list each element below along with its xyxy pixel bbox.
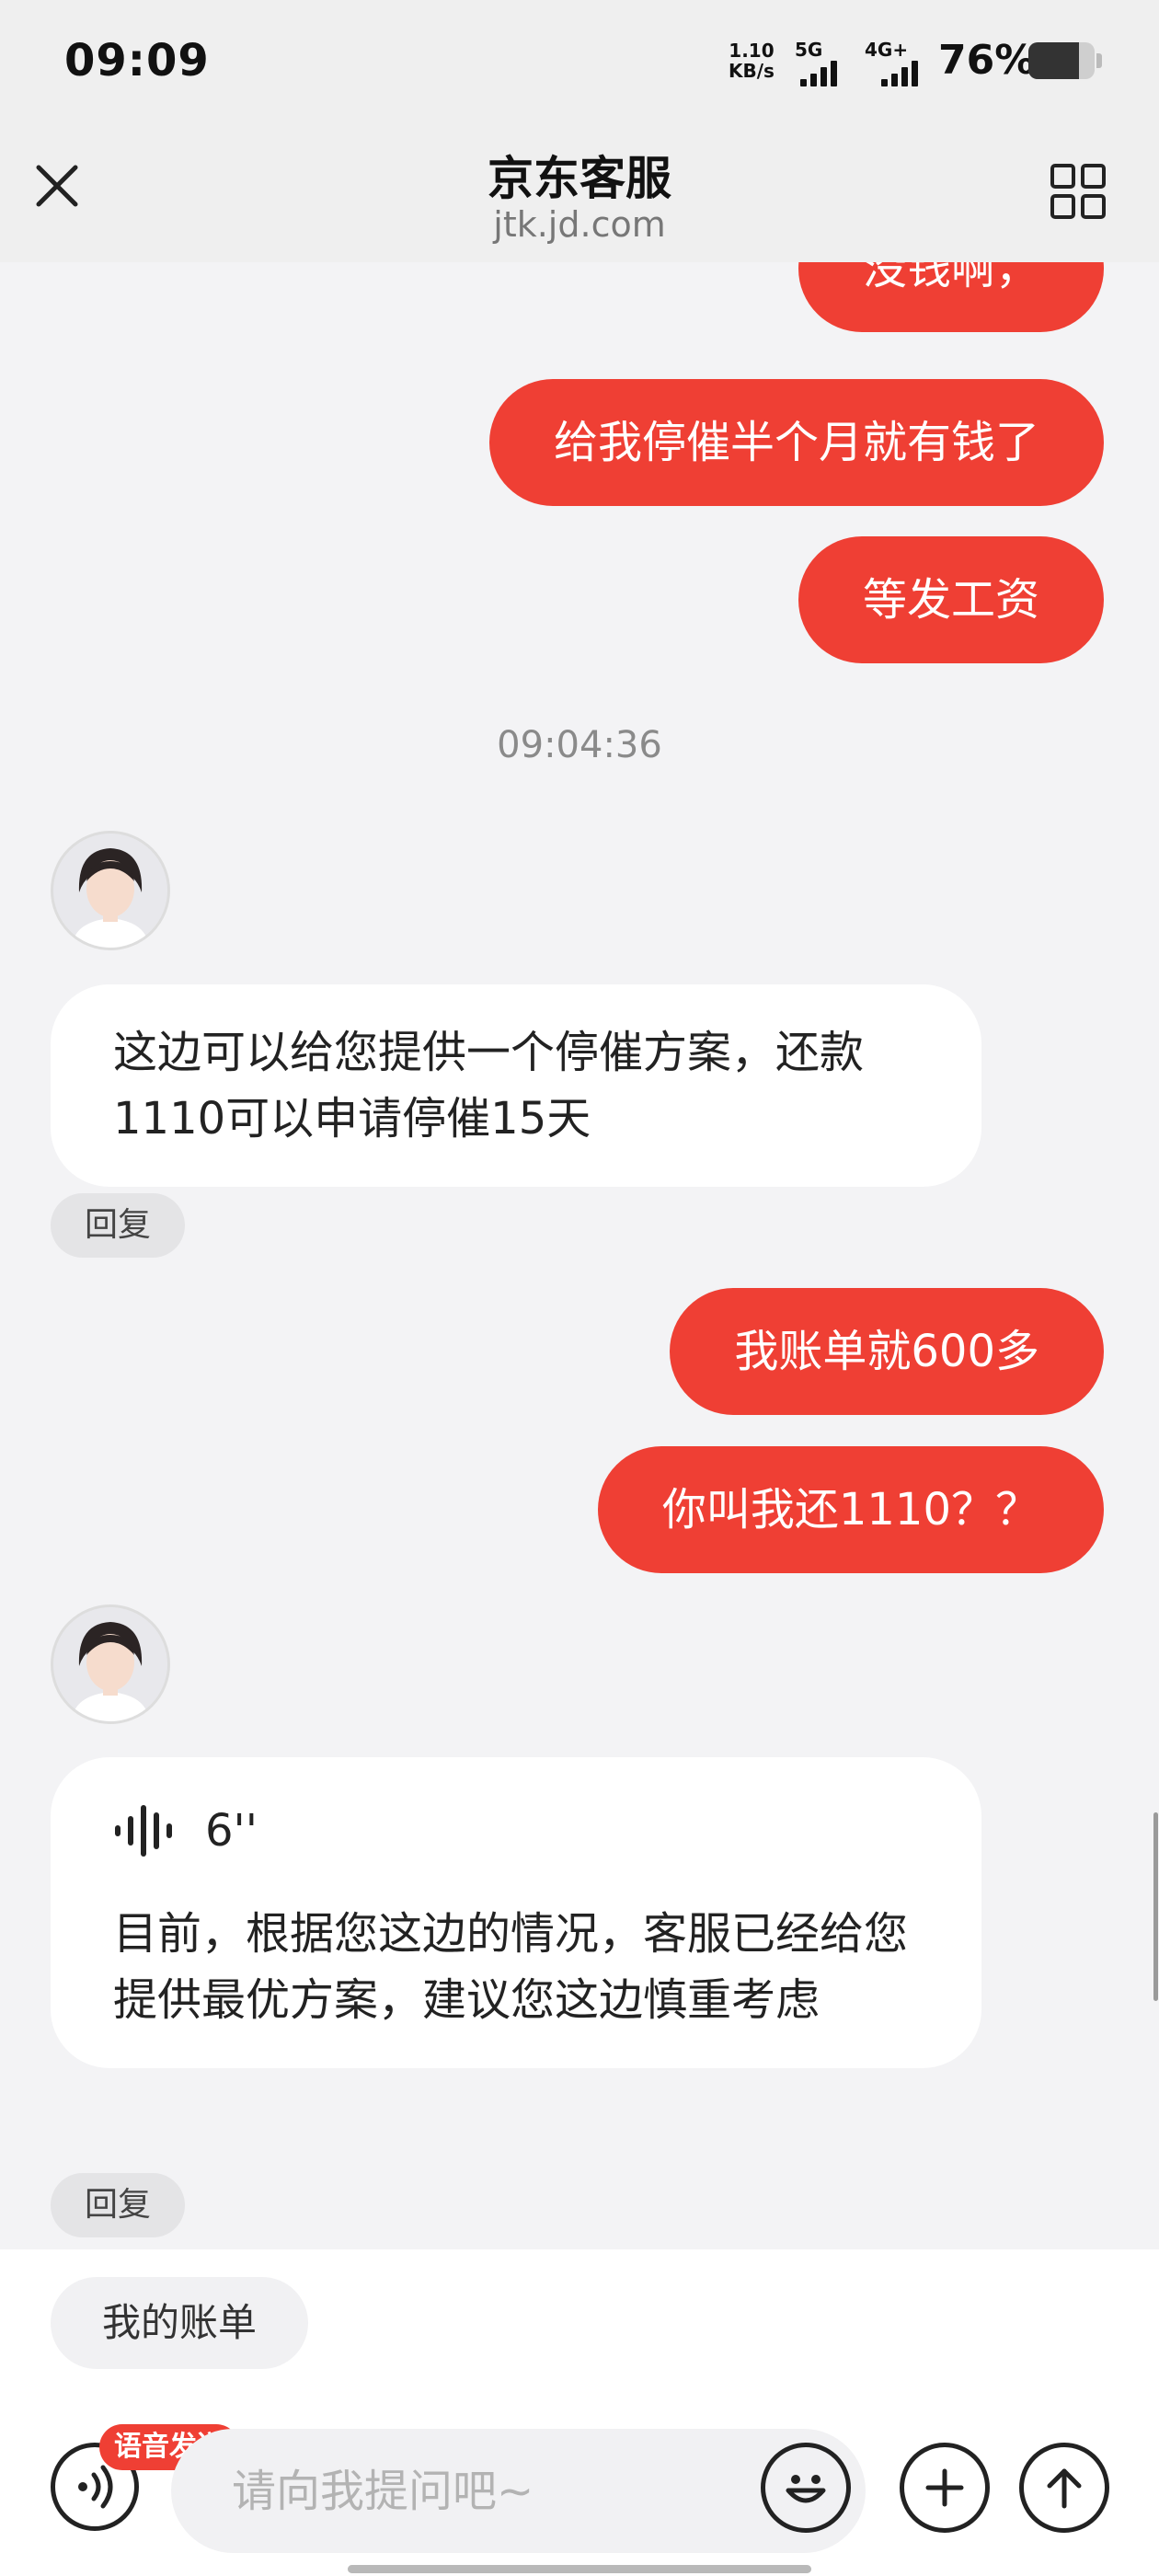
message-bubble-user: 你叫我还1110？？	[597, 1446, 1104, 1573]
my-bill-button[interactable]: 我的账单	[51, 2277, 308, 2369]
battery-icon	[1028, 42, 1095, 79]
agent-avatar-icon	[53, 834, 167, 948]
plus-icon	[925, 2468, 964, 2507]
status-bar: 09:09 1.10 KB/s 5G 4G+ 76%	[0, 0, 1159, 129]
page-title: 京东客服	[488, 152, 671, 205]
reply-button[interactable]: 回复	[51, 2173, 185, 2237]
voice-message[interactable]: 6''	[113, 1798, 919, 1864]
message-bubble-user: 没钱啊，	[798, 262, 1104, 332]
agent-avatar	[51, 1604, 170, 1724]
net-speed-unit: KB/s	[729, 60, 775, 82]
grid-icon	[1050, 164, 1106, 219]
voice-wave-icon	[115, 1805, 172, 1857]
signal-bars-icon	[800, 57, 837, 86]
bottom-panel: 我的账单 语音发送	[0, 2249, 1159, 2576]
message-bubble-user: 给我停催半个月就有钱了	[488, 379, 1104, 506]
net-speed-value: 1.10	[729, 40, 775, 62]
page-subtitle: jtk.jd.com	[493, 204, 666, 245]
menu-button[interactable]	[1049, 162, 1107, 221]
voice-duration: 6''	[205, 1805, 258, 1857]
emoji-button[interactable]	[761, 2443, 851, 2533]
send-arrow-icon	[1047, 2468, 1082, 2509]
signal-bars-icon	[881, 57, 918, 86]
title-bar: 京东客服 jtk.jd.com	[0, 129, 1159, 262]
agent-avatar	[51, 831, 170, 950]
home-indicator[interactable]	[348, 2565, 811, 2573]
add-button[interactable]	[900, 2443, 990, 2533]
message-bubble-agent: 这边可以给您提供一个停催方案，还款1110可以申请停催15天	[51, 984, 981, 1187]
status-time: 09:09	[64, 35, 210, 86]
message-timestamp: 09:04:36	[497, 724, 662, 766]
battery-tip	[1096, 53, 1102, 68]
battery-percent: 76%	[938, 37, 1036, 84]
net-speed: 1.10 KB/s	[729, 40, 775, 81]
emoji-icon	[786, 2475, 826, 2503]
scrollbar[interactable]	[1153, 1812, 1158, 2001]
message-text: 目前，根据您这边的情况，客服已经给您提供最优方案，建议您这边慎重考虑	[113, 1908, 909, 2026]
message-bubble-user: 等发工资	[798, 536, 1104, 663]
chat-area[interactable]: 没钱啊， 给我停催半个月就有钱了 等发工资 09:04:36 这边可以给您提供一…	[0, 262, 1159, 2249]
message-bubble-user: 我账单就600多	[670, 1288, 1104, 1415]
message-bubble-agent-voice: 6'' 目前，根据您这边的情况，客服已经给您提供最优方案，建议您这边慎重考虑	[51, 1757, 981, 2068]
send-button[interactable]	[1019, 2443, 1109, 2533]
agent-avatar-icon	[53, 1607, 167, 1721]
reply-button[interactable]: 回复	[51, 1193, 185, 1258]
